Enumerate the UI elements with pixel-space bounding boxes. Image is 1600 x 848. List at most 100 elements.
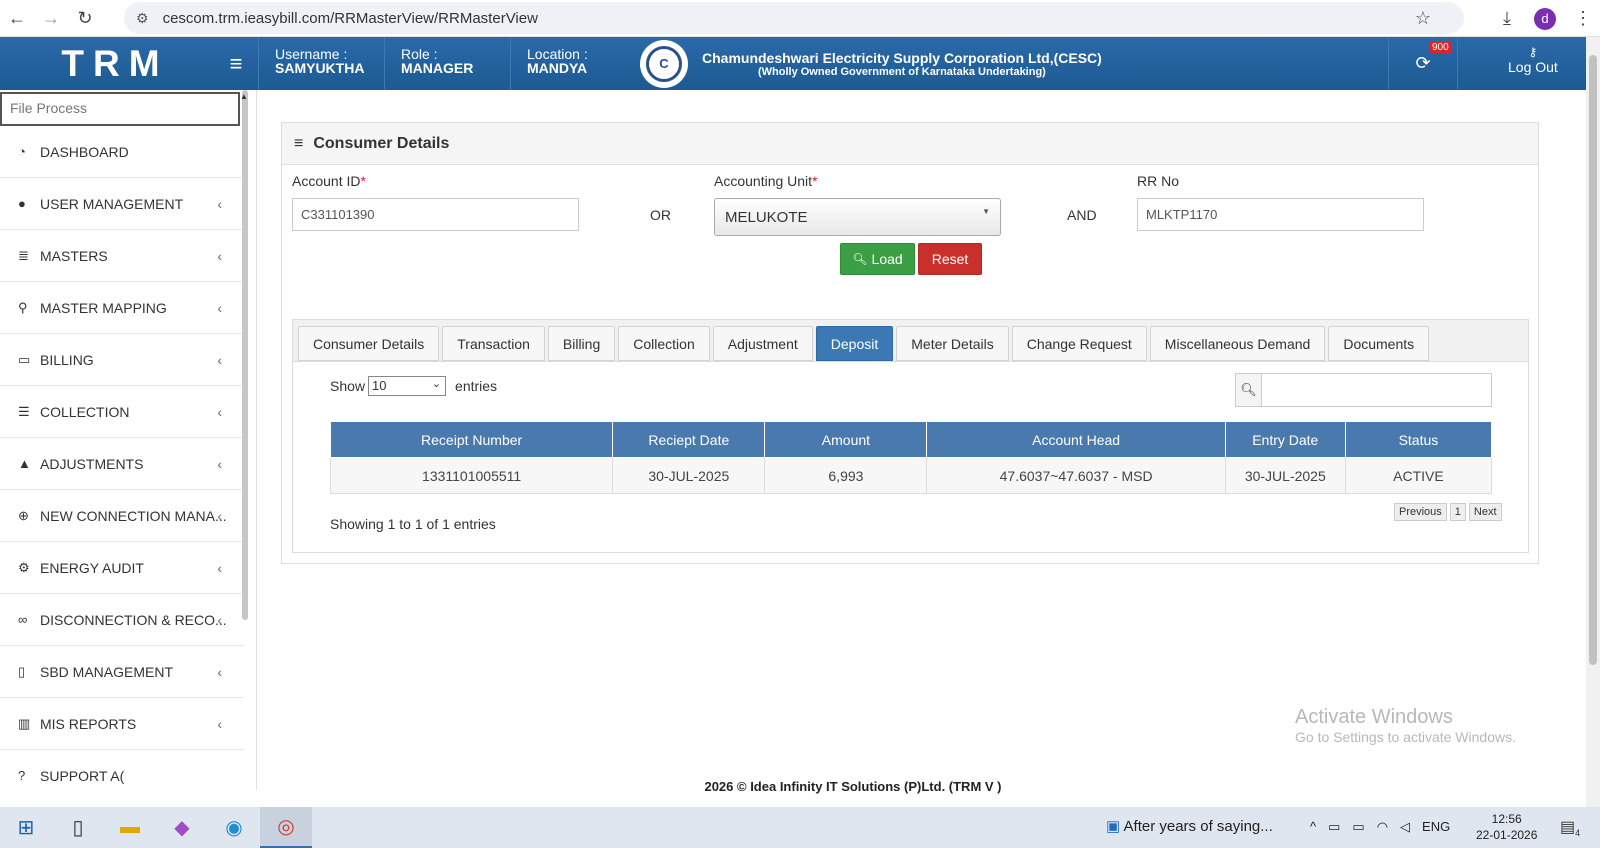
sidebar-item-label: DISCONNECTION & RECO... (40, 611, 227, 628)
sidebar-item-disconnection-reco[interactable]: ∞ DISCONNECTION & RECO... ‹ (0, 594, 244, 646)
previous-button[interactable]: Previous (1394, 503, 1447, 521)
bookmark-star-icon[interactable]: ☆ (1406, 5, 1440, 33)
profile-avatar[interactable]: d (1534, 7, 1556, 30)
wifi-icon[interactable]: ◠ (1377, 819, 1388, 835)
news-widget[interactable]: ▣ After years of saying... (1106, 817, 1273, 835)
tab-transaction[interactable]: Transaction (442, 326, 545, 361)
chevron-left-icon: ‹ (217, 247, 222, 264)
table-search-input[interactable] (1262, 374, 1491, 406)
logout-button[interactable]: ⚷ Log Out (1508, 45, 1558, 75)
table-search: 🔍︎ (1235, 373, 1492, 407)
sidebar-item-mis-reports[interactable]: ▥ MIS REPORTS ‹ (0, 698, 244, 750)
sidebar-scroll-up-icon[interactable]: ▲ (240, 92, 248, 101)
notification-center-icon[interactable]: ▤4 (1560, 817, 1580, 838)
tab-documents[interactable]: Documents (1328, 326, 1430, 361)
rr-no-field[interactable]: MLKTP1170 (1137, 198, 1424, 231)
table-row[interactable]: 1331101005511 30-JUL-2025 6,993 47.6037~47.… (329, 457, 1493, 494)
tab-consumer-details[interactable]: Consumer Details (298, 326, 440, 361)
column-header[interactable]: Status (1344, 421, 1493, 458)
table-header-row: Receipt Number Reciept Date Amount Account … (329, 421, 1493, 458)
tab-meter-details[interactable]: Meter Details (896, 326, 1009, 361)
chrome-icon[interactable]: ◎ (260, 807, 312, 848)
show-label: Show (330, 378, 366, 394)
entries-label: entries (455, 378, 498, 394)
sidebar-item-new-connection-mana[interactable]: ⊕ NEW CONNECTION MANA... ‹ (0, 490, 244, 542)
menu-dots-icon[interactable]: ⋮ (1566, 5, 1600, 33)
chevron-left-icon: ‹ (217, 715, 222, 732)
sidebar-item-dashboard[interactable]: ◔ DASHBOARD (0, 126, 244, 178)
accounting-unit-label: Accounting Unit* (714, 173, 818, 189)
table-cell: ACTIVE (1344, 457, 1493, 494)
sidebar-item-sbd-management[interactable]: ▯ SBD MANAGEMENT ‹ (0, 646, 244, 698)
watermark-title: Activate Windows (1295, 706, 1453, 728)
tray-chevron-icon[interactable]: ^ (1310, 819, 1316, 835)
page-1-button[interactable]: 1 (1449, 503, 1466, 521)
tab-billing[interactable]: Billing (547, 326, 616, 361)
column-header[interactable]: Account Head (926, 421, 1226, 458)
file-process-search[interactable]: File Process (0, 92, 240, 126)
location-info: Location : MANDYA (510, 37, 636, 90)
sidebar-item-label: NEW CONNECTION MANA... (40, 507, 227, 524)
sidebar-item-masters[interactable]: ≣ MASTERS ‹ (0, 230, 244, 282)
tab-adjustment[interactable]: Adjustment (712, 326, 813, 361)
chevron-left-icon: ‹ (217, 507, 222, 524)
load-button[interactable]: 🔍︎ Load (840, 243, 915, 275)
accounting-unit-select[interactable]: MELUKOTE ▼ (714, 198, 1001, 236)
reset-button[interactable]: Reset (918, 243, 982, 275)
task-view-icon[interactable]: ▯ (52, 807, 104, 848)
column-header[interactable]: Entry Date (1224, 421, 1346, 458)
edge-icon[interactable]: ◉ (208, 807, 260, 848)
consumer-details-panel: ≡ Consumer Details Account ID* C33110139… (281, 122, 1539, 564)
watermark-subtitle: Go to Settings to activate Windows. (1295, 729, 1516, 745)
sidebar-item-collection[interactable]: ☰ COLLECTION ‹ (0, 386, 244, 438)
search-icon: 🔍︎ (852, 252, 868, 266)
clock-time: 12:56 (1491, 812, 1522, 826)
column-header[interactable]: Reciept Date (612, 421, 766, 458)
account-id-field[interactable]: C331101390 (292, 198, 579, 231)
sidebar-scrollbar[interactable] (242, 90, 248, 620)
notification-icon: ⟳ (1415, 53, 1431, 73)
meet-icon[interactable]: ▭ (1328, 819, 1340, 835)
sidebar-item-energy-audit[interactable]: ⚙ ENERGY AUDIT ‹ (0, 542, 244, 594)
page-scroll-thumb[interactable] (1589, 55, 1597, 665)
clock[interactable]: 12:56 22-01-2026 (1476, 811, 1537, 843)
address-bar[interactable]: ⚙ cescom.trm.ieasybill.com/RRMasterView/… (124, 2, 1464, 34)
table-cell: 1331101005511 (329, 457, 614, 494)
language-indicator[interactable]: ENG (1422, 819, 1450, 835)
tab-miscellaneous-demand[interactable]: Miscellaneous Demand (1149, 326, 1326, 361)
page-scrollbar[interactable] (1586, 37, 1600, 807)
entries-select[interactable]: 10 ⌄ (368, 376, 447, 396)
hamburger-menu-icon[interactable]: ≡ (216, 51, 256, 77)
account-id-label: Account ID* (292, 173, 366, 189)
forward-icon[interactable]: → (34, 4, 68, 32)
tab-change-request[interactable]: Change Request (1011, 326, 1147, 361)
reload-icon[interactable]: ↻ (68, 4, 102, 32)
file-explorer-icon[interactable]: ▬ (104, 807, 156, 848)
next-button[interactable]: Next (1468, 503, 1502, 521)
column-header[interactable]: Amount (764, 421, 928, 458)
sidebar-item-adjustments[interactable]: ▲ ADJUSTMENTS ‹ (0, 438, 244, 490)
panel-title: Consumer Details (313, 134, 450, 152)
back-icon[interactable]: ← (0, 4, 34, 32)
app-logo[interactable]: TRM (0, 43, 216, 85)
battery-icon[interactable]: ▭ (1352, 819, 1364, 835)
sidebar-item-master-mapping[interactable]: ⚲ MASTER MAPPING ‹ (0, 282, 244, 334)
tab-deposit[interactable]: Deposit (815, 326, 894, 361)
chevron-left-icon: ‹ (217, 559, 222, 576)
site-info-icon[interactable]: ⚙ (136, 10, 149, 27)
column-header[interactable]: Receipt Number (329, 421, 614, 458)
notification-button[interactable]: ⟳ 900 (1388, 37, 1458, 90)
location-label: Location : (527, 46, 588, 62)
details-tabs-container: Consumer Details Transaction Billing Collec… (292, 319, 1529, 553)
tab-collection[interactable]: Collection (618, 326, 710, 361)
app-header: TRM ≡ Username : SAMYUKTHA Role : MANAGE… (0, 37, 1586, 90)
copilot-icon[interactable]: ◆ (156, 807, 208, 848)
sidebar-item-label: MASTERS (40, 247, 108, 264)
sidebar-item-billing[interactable]: ▭ BILLING ‹ (0, 334, 244, 386)
footer: 2026 © Idea Infinity IT Solutions (P)Ltd… (704, 779, 1002, 794)
download-icon[interactable]: ⤓ (1490, 5, 1524, 33)
windows-start-icon[interactable]: ⊞ (0, 807, 52, 848)
volume-icon[interactable]: ◁ (1400, 819, 1410, 835)
sidebar-item-user-management[interactable]: ● USER MANAGEMENT ‹ (0, 178, 244, 230)
main-content: ≡ Consumer Details Account ID* C33110139… (256, 90, 1566, 790)
